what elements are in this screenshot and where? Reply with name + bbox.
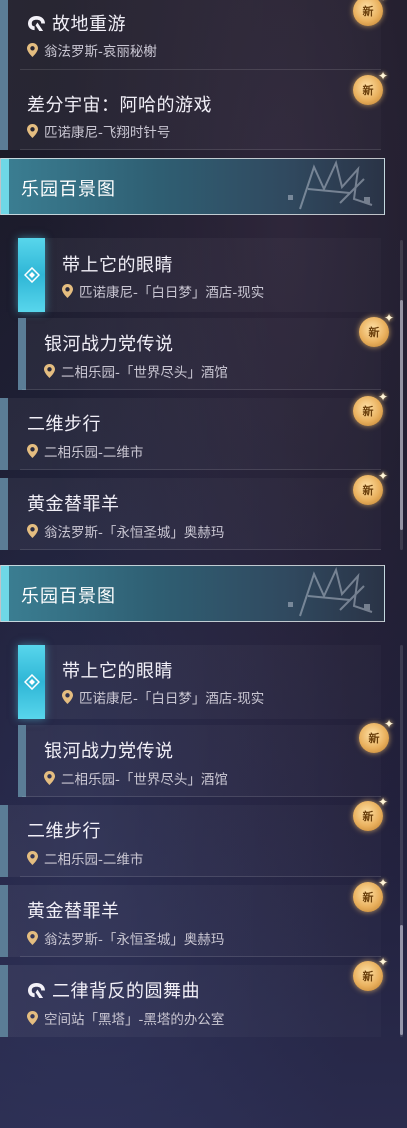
section-title: 乐园百景图 bbox=[21, 586, 116, 607]
list-item[interactable]: 银河战力党传说 二相乐园-「世界尽头」酒馆 新 ✦ bbox=[18, 717, 407, 797]
quest-icon bbox=[27, 15, 46, 32]
new-badge: 新✦ bbox=[353, 390, 388, 426]
active-marker bbox=[18, 238, 45, 312]
location-pin-icon bbox=[27, 124, 38, 138]
item-title: 黄金替罪羊 bbox=[27, 494, 120, 515]
list-item[interactable]: 银河战力党传说 二相乐园-「世界尽头」酒馆 新 ✦ bbox=[18, 311, 407, 390]
item-title: 二律背反的圆舞曲 bbox=[52, 981, 200, 1002]
item-bar bbox=[0, 70, 8, 150]
item-location-text: 翁法罗斯-「永恒圣城」奥赫玛 bbox=[44, 525, 225, 541]
diamond-icon bbox=[23, 674, 40, 690]
location-pin-icon bbox=[27, 851, 38, 865]
emblem-icon bbox=[288, 567, 373, 617]
location-pin-icon bbox=[27, 931, 38, 945]
item-location-text: 翁法罗斯-「永恒圣城」奥赫玛 bbox=[44, 932, 225, 948]
item-bar bbox=[18, 725, 26, 797]
location-pin-icon bbox=[27, 43, 38, 57]
item-divider bbox=[20, 876, 381, 877]
new-badge: 新✦ bbox=[359, 717, 394, 753]
list-item[interactable]: 故地重游 翁法罗斯-哀丽秘榭 新✦ bbox=[0, 0, 407, 70]
item-location-text: 匹诺康尼-飞翔时针号 bbox=[44, 125, 171, 141]
item-location: 匹诺康尼-「白日梦」酒店-现实 bbox=[62, 687, 264, 707]
scrollbar-thumb[interactable] bbox=[400, 925, 403, 1035]
item-location-text: 二相乐园-「世界尽头」酒馆 bbox=[61, 772, 228, 788]
item-title-row: 故地重游 bbox=[27, 10, 126, 36]
item-bar bbox=[18, 318, 26, 390]
item-divider bbox=[20, 469, 381, 470]
list-item[interactable]: 二维步行 二相乐园-二维市 新 ✦ bbox=[0, 795, 407, 877]
item-divider bbox=[22, 389, 381, 390]
item-title: 带上它的眼睛 bbox=[62, 255, 173, 276]
item-bar bbox=[0, 478, 8, 550]
list-item[interactable]: 带上它的眼睛 匹诺康尼-「白日梦」酒店-现实 bbox=[18, 238, 407, 312]
item-location-text: 二相乐园-二维市 bbox=[44, 445, 144, 461]
section-accent bbox=[1, 159, 9, 214]
item-divider bbox=[20, 149, 381, 150]
location-pin-icon bbox=[62, 284, 73, 298]
item-location-text: 二相乐园-「世界尽头」酒馆 bbox=[61, 365, 228, 381]
active-marker bbox=[18, 645, 45, 719]
item-title: 二维步行 bbox=[27, 414, 101, 435]
section-header[interactable]: 乐园百景图 bbox=[0, 158, 385, 215]
item-bar bbox=[0, 885, 8, 957]
item-location: 匹诺康尼-飞翔时针号 bbox=[27, 121, 170, 141]
item-bar bbox=[0, 805, 8, 877]
quest-icon bbox=[27, 982, 46, 999]
item-location: 二相乐园-二维市 bbox=[27, 441, 143, 461]
new-badge: 新✦ bbox=[353, 69, 388, 105]
item-location-text: 翁法罗斯-哀丽秘榭 bbox=[44, 44, 157, 60]
new-badge: 新✦ bbox=[353, 955, 388, 991]
item-location-text: 空间站「黑塔」-黑塔的办公室 bbox=[44, 1012, 225, 1028]
new-badge: 新✦ bbox=[353, 876, 388, 912]
diamond-icon bbox=[23, 267, 40, 283]
item-divider bbox=[22, 796, 381, 797]
item-location-text: 匹诺康尼-「白日梦」酒店-现实 bbox=[79, 691, 265, 707]
item-title-row: 二律背反的圆舞曲 bbox=[27, 977, 200, 1003]
location-pin-icon bbox=[27, 524, 38, 538]
location-pin-icon bbox=[62, 690, 73, 704]
item-location-text: 二相乐园-二维市 bbox=[44, 852, 144, 868]
list-item[interactable]: 二律背反的圆舞曲 空间站「黑塔」-黑塔的办公室 新 ✦ bbox=[0, 955, 407, 1037]
item-location: 翁法罗斯-「永恒圣城」奥赫玛 bbox=[27, 928, 224, 948]
item-location: 翁法罗斯-「永恒圣城」奥赫玛 bbox=[27, 521, 224, 541]
quest-list-screen: 故地重游 翁法罗斯-哀丽秘榭 新✦ 差分宇宙：阿哈的游戏 匹诺康尼-飞翔时针号 … bbox=[0, 0, 407, 1128]
item-title: 二维步行 bbox=[27, 821, 101, 842]
item-bar bbox=[0, 965, 8, 1037]
list-item[interactable]: 二维步行 二相乐园-二维市 新 ✦ bbox=[0, 390, 407, 470]
item-location-text: 匹诺康尼-「白日梦」酒店-现实 bbox=[79, 285, 265, 301]
item-location: 二相乐园-二维市 bbox=[27, 848, 143, 868]
item-title: 差分宇宙：阿哈的游戏 bbox=[27, 95, 212, 116]
new-badge: 新✦ bbox=[353, 795, 388, 831]
scrollbar-thumb[interactable] bbox=[400, 300, 403, 530]
item-title: 带上它的眼睛 bbox=[62, 661, 173, 682]
item-location: 翁法罗斯-哀丽秘榭 bbox=[27, 40, 157, 60]
item-title: 黄金替罪羊 bbox=[27, 901, 120, 922]
item-title: 银河战力党传说 bbox=[44, 741, 174, 762]
list-item[interactable]: 黄金替罪羊 翁法罗斯-「永恒圣城」奥赫玛 新 ✦ bbox=[0, 876, 407, 957]
item-location: 空间站「黑塔」-黑塔的办公室 bbox=[27, 1008, 224, 1028]
list-item[interactable]: 黄金替罪羊 翁法罗斯-「永恒圣城」奥赫玛 新 ✦ bbox=[0, 469, 407, 550]
new-badge: 新✦ bbox=[353, 469, 388, 505]
item-location: 二相乐园-「世界尽头」酒馆 bbox=[44, 768, 228, 788]
location-pin-icon bbox=[44, 364, 55, 378]
section-header[interactable]: 乐园百景图 bbox=[0, 565, 385, 622]
item-title: 银河战力党传说 bbox=[44, 334, 174, 355]
item-location: 二相乐园-「世界尽头」酒馆 bbox=[44, 361, 228, 381]
section-accent bbox=[1, 566, 9, 621]
emblem-icon bbox=[288, 160, 373, 210]
location-pin-icon bbox=[44, 771, 55, 785]
new-badge: 新✦ bbox=[359, 311, 394, 347]
item-divider bbox=[20, 549, 381, 550]
location-pin-icon bbox=[27, 1011, 38, 1025]
item-bar bbox=[0, 0, 8, 70]
section-title: 乐园百景图 bbox=[21, 179, 116, 200]
item-location: 匹诺康尼-「白日梦」酒店-现实 bbox=[62, 281, 264, 301]
location-pin-icon bbox=[27, 444, 38, 458]
item-divider bbox=[20, 956, 381, 957]
list-item[interactable]: 差分宇宙：阿哈的游戏 匹诺康尼-飞翔时针号 新 ✦ bbox=[0, 69, 407, 150]
item-bar bbox=[0, 398, 8, 470]
item-title: 故地重游 bbox=[52, 14, 126, 35]
list-item[interactable]: 带上它的眼睛 匹诺康尼-「白日梦」酒店-现实 bbox=[18, 645, 407, 719]
